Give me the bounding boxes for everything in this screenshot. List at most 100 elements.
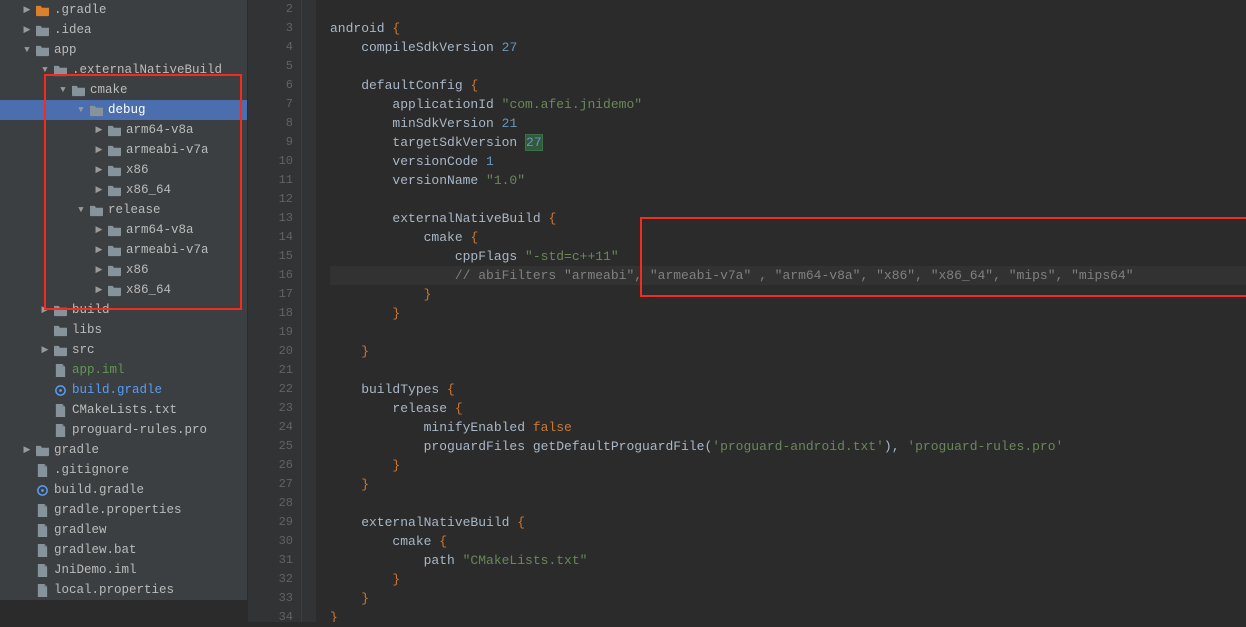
code-line[interactable]: } — [330, 475, 1246, 494]
expand-arrow-icon[interactable] — [94, 145, 104, 155]
folder-icon — [88, 102, 104, 118]
code-line[interactable]: proguardFiles getDefaultProguardFile('pr… — [330, 437, 1246, 456]
expand-arrow-icon[interactable] — [94, 185, 104, 195]
expand-arrow-icon[interactable] — [22, 5, 32, 15]
code-line[interactable]: cmake { — [330, 228, 1246, 247]
project-tree[interactable]: .gradle.ideaapp.externalNativeBuildcmake… — [0, 0, 248, 600]
tree-folder[interactable]: .idea — [0, 20, 247, 40]
code-line[interactable]: versionName "1.0" — [330, 171, 1246, 190]
code-line[interactable]: externalNativeBuild { — [330, 209, 1246, 228]
tree-folder[interactable]: gradle — [0, 440, 247, 460]
expand-arrow-icon[interactable] — [22, 45, 32, 55]
tree-file[interactable]: gradlew.bat — [0, 540, 247, 560]
code-line[interactable]: versionCode 1 — [330, 152, 1246, 171]
tree-folder[interactable]: x86_64 — [0, 280, 247, 300]
tree-file[interactable]: app.iml — [0, 360, 247, 380]
folder-icon — [34, 42, 50, 58]
tree-folder[interactable]: release — [0, 200, 247, 220]
expand-arrow-icon[interactable] — [40, 305, 50, 315]
folder-icon — [106, 182, 122, 198]
expand-arrow-icon[interactable] — [94, 225, 104, 235]
code-line[interactable]: cmake { — [330, 532, 1246, 551]
tree-file[interactable]: build.gradle — [0, 380, 247, 400]
tree-file[interactable]: local.properties — [0, 580, 247, 600]
folder-icon — [52, 322, 68, 338]
expand-arrow-icon[interactable] — [40, 345, 50, 355]
tree-folder[interactable]: .externalNativeBuild — [0, 60, 247, 80]
tree-folder[interactable]: x86_64 — [0, 180, 247, 200]
tree-file[interactable]: CMakeLists.txt — [0, 400, 247, 420]
code-token: versionName — [330, 173, 486, 188]
code-line[interactable]: // abiFilters "armeabi", "armeabi-v7a" ,… — [330, 266, 1246, 285]
code-token: 21 — [502, 116, 518, 131]
code-line[interactable]: } — [330, 456, 1246, 475]
tree-folder[interactable]: .gradle — [0, 0, 247, 20]
code-line[interactable]: externalNativeBuild { — [330, 513, 1246, 532]
code-token: { — [455, 401, 463, 416]
tree-folder[interactable]: arm64-v8a — [0, 120, 247, 140]
file-icon — [52, 382, 68, 398]
expand-arrow-icon[interactable] — [58, 85, 68, 95]
tree-file[interactable]: proguard-rules.pro — [0, 420, 247, 440]
code-line[interactable]: targetSdkVersion 27 — [330, 133, 1246, 152]
expand-arrow-icon[interactable] — [94, 125, 104, 135]
code-line[interactable]: applicationId "com.afei.jnidemo" — [330, 95, 1246, 114]
expand-arrow-icon[interactable] — [94, 245, 104, 255]
expand-arrow-icon[interactable] — [76, 105, 86, 115]
tree-item-label: x86 — [126, 263, 149, 277]
tree-folder[interactable]: src — [0, 340, 247, 360]
code-line[interactable]: cppFlags "-std=c++11" — [330, 247, 1246, 266]
expand-arrow-icon[interactable] — [94, 265, 104, 275]
tree-file[interactable]: gradle.properties — [0, 500, 247, 520]
code-line[interactable]: } — [330, 608, 1246, 622]
code-editor[interactable]: 2345678910111213141516171819202122232425… — [248, 0, 1246, 622]
tree-folder[interactable]: app — [0, 40, 247, 60]
code-line[interactable] — [330, 0, 1246, 19]
code-token: } — [361, 591, 369, 606]
tree-file[interactable]: .gitignore — [0, 460, 247, 480]
code-line[interactable]: minifyEnabled false — [330, 418, 1246, 437]
expand-arrow-icon[interactable] — [94, 285, 104, 295]
code-line[interactable]: } — [330, 589, 1246, 608]
code-line[interactable]: android { — [330, 19, 1246, 38]
tree-folder[interactable]: x86 — [0, 160, 247, 180]
code-line[interactable]: buildTypes { — [330, 380, 1246, 399]
tree-file[interactable]: gradlew — [0, 520, 247, 540]
tree-folder[interactable]: armeabi-v7a — [0, 240, 247, 260]
code-line[interactable]: } — [330, 285, 1246, 304]
code-line[interactable] — [330, 323, 1246, 342]
fold-gutter[interactable] — [302, 0, 316, 622]
tree-file[interactable]: JniDemo.iml — [0, 560, 247, 580]
tree-folder[interactable]: armeabi-v7a — [0, 140, 247, 160]
tree-folder[interactable]: cmake — [0, 80, 247, 100]
tree-folder[interactable]: libs — [0, 320, 247, 340]
code-line[interactable]: } — [330, 570, 1246, 589]
expand-arrow-icon[interactable] — [22, 25, 32, 35]
tree-item-label: arm64-v8a — [126, 223, 194, 237]
tree-folder[interactable]: arm64-v8a — [0, 220, 247, 240]
code-line[interactable]: compileSdkVersion 27 — [330, 38, 1246, 57]
code-line[interactable] — [330, 190, 1246, 209]
code-line[interactable]: release { — [330, 399, 1246, 418]
tree-folder[interactable]: build — [0, 300, 247, 320]
folder-icon — [34, 2, 50, 18]
tree-folder[interactable]: x86 — [0, 260, 247, 280]
code-content[interactable]: android { compileSdkVersion 27 defaultCo… — [316, 0, 1246, 622]
expand-arrow-icon[interactable] — [94, 165, 104, 175]
tree-folder[interactable]: debug — [0, 100, 247, 120]
expand-arrow-icon[interactable] — [76, 205, 86, 215]
expand-arrow-icon[interactable] — [40, 65, 50, 75]
code-line[interactable] — [330, 57, 1246, 76]
tree-file[interactable]: build.gradle — [0, 480, 247, 500]
code-line[interactable]: path "CMakeLists.txt" — [330, 551, 1246, 570]
code-line[interactable]: } — [330, 304, 1246, 323]
line-number: 14 — [248, 228, 293, 247]
code-line[interactable]: minSdkVersion 21 — [330, 114, 1246, 133]
line-number: 2 — [248, 0, 293, 19]
code-token — [330, 344, 361, 359]
code-line[interactable]: } — [330, 342, 1246, 361]
code-line[interactable]: defaultConfig { — [330, 76, 1246, 95]
code-line[interactable] — [330, 494, 1246, 513]
expand-arrow-icon[interactable] — [22, 445, 32, 455]
code-line[interactable] — [330, 361, 1246, 380]
